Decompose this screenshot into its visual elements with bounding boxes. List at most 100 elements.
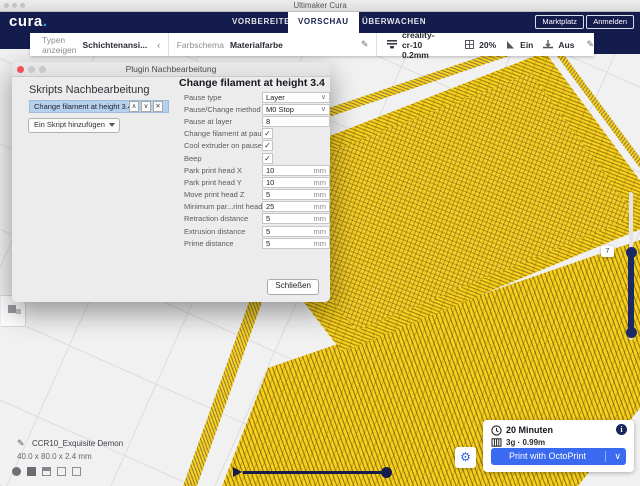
header-corner-left — [0, 33, 30, 49]
view-right-icon[interactable] — [72, 467, 81, 476]
field-label: Retraction distance — [184, 214, 262, 223]
field-checkbox[interactable]: ✓ — [262, 140, 273, 151]
view-front-icon[interactable] — [27, 467, 36, 476]
script-settings-heading: Change filament at height 3.4 — [179, 77, 325, 89]
tab-monitor[interactable]: ÜBERWACHEN — [352, 11, 436, 33]
view-type-dropdown[interactable]: Schichtenansi... — [83, 40, 148, 50]
chevron-down-icon: ∨ — [144, 103, 149, 110]
layer-slider-top-handle[interactable] — [626, 247, 637, 258]
view-left-icon[interactable] — [57, 467, 66, 476]
field-row: Prime distance5mm — [184, 237, 330, 249]
adhesion-value[interactable]: Aus — [558, 40, 574, 50]
cura-app-window: 7 ✎ CCR10_Exquisite Demon 40.0 x 80.0 x … — [0, 0, 640, 486]
field-row: Cool extruder on pause✓ — [184, 140, 330, 152]
field-select[interactable]: Layer∨ — [262, 92, 330, 103]
field-input[interactable]: 10mm — [262, 177, 330, 188]
field-unit: mm — [314, 166, 327, 175]
add-script-label: Ein Skript hinzufügen — [34, 120, 105, 129]
field-row: Beep✓ — [184, 152, 330, 164]
simulation-slider-track[interactable] — [243, 471, 386, 474]
print-button-label: Print with OctoPrint — [491, 448, 604, 465]
chevron-down-icon: ∨ — [321, 105, 326, 113]
field-label: Cool extruder on pause — [184, 141, 262, 150]
view-3d-icon[interactable] — [12, 467, 21, 476]
remove-script-button[interactable]: ✕ — [153, 101, 163, 112]
collapse-icon[interactable]: ‹ — [157, 40, 160, 50]
field-input[interactable]: 25mm — [262, 201, 330, 212]
print-with-octoprint-button[interactable]: Print with OctoPrint ∨ — [491, 448, 626, 465]
chevron-up-icon: ∧ — [132, 103, 137, 110]
field-unit: mm — [314, 214, 327, 223]
info-icon[interactable]: i — [616, 424, 627, 435]
field-row: Pause typeLayer∨ — [184, 91, 330, 103]
field-row: Extrusion distance5mm — [184, 225, 330, 237]
close-button-label: Schließen — [275, 281, 311, 290]
window-title: Ultimaker Cura — [0, 1, 640, 10]
adhesion-icon — [543, 40, 553, 49]
field-unit: mm — [314, 178, 327, 187]
field-row: Pause/Change methodM0 Stop∨ — [184, 103, 330, 115]
field-row: Retraction distance5mm — [184, 213, 330, 225]
field-input[interactable]: 5mm — [262, 238, 330, 249]
printer-profile-dropdown[interactable]: creality-cr-10 0.2mm — [402, 30, 443, 60]
dialog-titlebar[interactable]: Plugin Nachbearbeitung — [12, 62, 330, 77]
print-output-panel: 20 Minuten i 3g · 0.99m Print with OctoP… — [483, 420, 634, 472]
scripts-heading: Skripts Nachbearbeitung — [29, 84, 149, 96]
header-corner-right — [594, 33, 640, 54]
rename-object-icon[interactable]: ✎ — [17, 438, 25, 449]
tab-preview[interactable]: VORSCHAU — [288, 11, 359, 33]
clock-icon — [491, 425, 502, 436]
field-label: Pause at layer — [184, 117, 262, 126]
simulation-play-icon[interactable] — [233, 467, 242, 477]
move-script-up-button[interactable]: ∧ — [129, 101, 139, 112]
chevron-down-icon: ∨ — [321, 93, 326, 101]
move-script-down-button[interactable]: ∨ — [141, 101, 151, 112]
post-processing-dialog: Plugin Nachbearbeitung Skripts Nachbearb… — [12, 62, 330, 302]
field-checkbox[interactable]: ✓ — [262, 153, 273, 164]
sign-in-button[interactable]: Anmelden — [586, 15, 634, 29]
field-checkbox[interactable]: ✓ — [262, 128, 273, 139]
gear-icon: ⚙ — [460, 450, 471, 464]
simulation-slider-handle[interactable] — [381, 467, 392, 478]
support-value[interactable]: Ein — [520, 40, 533, 50]
script-item-label: Change filament at height 3.4 — [34, 102, 132, 111]
field-input[interactable]: 5mm — [262, 189, 330, 200]
field-input[interactable]: 8 — [262, 116, 330, 127]
layer-slider-bottom-handle[interactable] — [626, 327, 637, 338]
adjust-settings-button[interactable]: ⚙ — [455, 447, 476, 468]
main-header: cura. VORBEREITEN VORSCHAU ÜBERWACHEN Ma… — [0, 11, 640, 33]
check-icon: ✓ — [264, 154, 271, 163]
scale-tool-icon — [8, 305, 16, 313]
view-top-icon[interactable] — [42, 467, 51, 476]
color-scheme-label: Farbschema — [177, 40, 224, 50]
dialog-fields: Pause typeLayer∨Pause/Change methodM0 St… — [184, 91, 330, 249]
field-label: Minimum par...rint head Z — [184, 202, 262, 211]
field-label: Pause/Change method — [184, 105, 262, 114]
field-label: Park print head Y — [184, 178, 262, 187]
field-label: Prime distance — [184, 239, 262, 248]
field-unit: mm — [314, 239, 327, 248]
infill-value[interactable]: 20% — [479, 40, 496, 50]
marketplace-button[interactable]: Marktplatz — [535, 15, 584, 29]
object-name: CCR10_Exquisite Demon — [32, 439, 123, 448]
field-label: Change filament at pause — [184, 129, 262, 138]
field-row: Minimum par...rint head Z25mm — [184, 201, 330, 213]
field-input[interactable]: 5mm — [262, 226, 330, 237]
field-input[interactable]: 5mm — [262, 213, 330, 224]
window-titlebar[interactable]: Ultimaker Cura — [0, 0, 640, 12]
caret-down-icon — [109, 123, 115, 127]
field-select[interactable]: M0 Stop∨ — [262, 104, 330, 115]
field-input[interactable]: 10mm — [262, 165, 330, 176]
field-unit: mm — [314, 190, 327, 199]
layer-slider-range[interactable] — [628, 252, 634, 332]
add-script-button[interactable]: Ein Skript hinzufügen — [28, 118, 120, 133]
check-icon: ✓ — [264, 141, 271, 150]
field-label: Beep — [184, 154, 262, 163]
edit-icon[interactable]: ✎ — [361, 39, 369, 50]
close-dialog-button[interactable]: Schließen — [267, 279, 319, 295]
edit-print-settings-icon[interactable]: ✎ — [586, 39, 594, 50]
color-scheme-dropdown[interactable]: Materialfarbe — [230, 40, 283, 50]
close-icon: ✕ — [155, 103, 160, 110]
toolbar-divider-2 — [376, 33, 377, 56]
chevron-down-icon[interactable]: ∨ — [614, 448, 621, 465]
